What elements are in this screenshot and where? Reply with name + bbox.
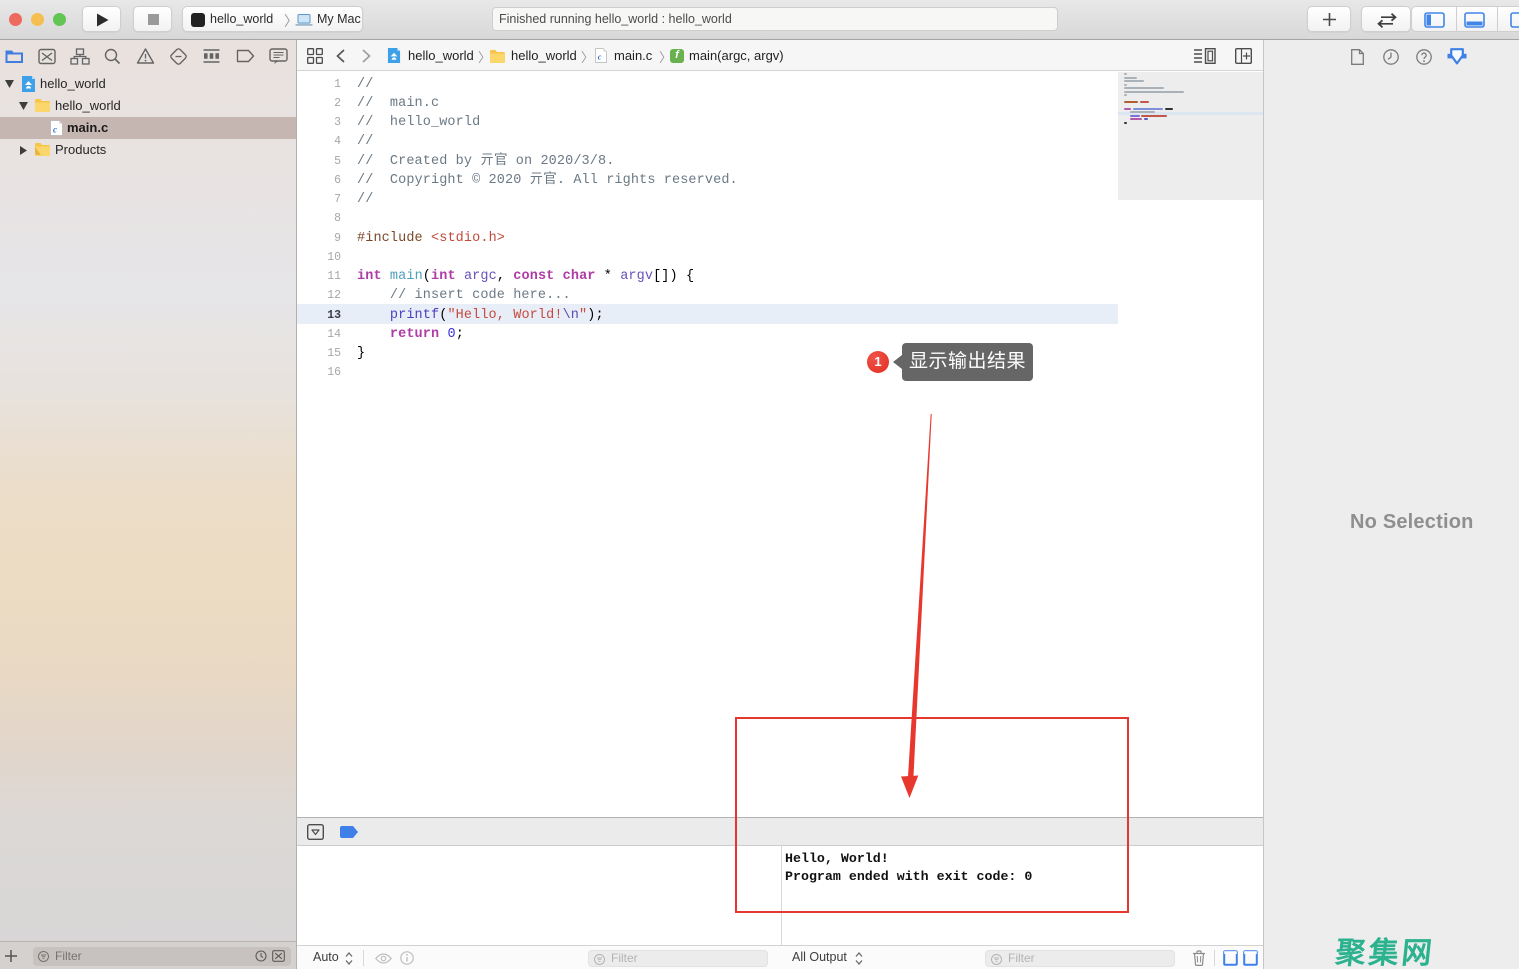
svg-text:c: c: [598, 53, 602, 62]
svg-text:c: c: [53, 125, 57, 135]
